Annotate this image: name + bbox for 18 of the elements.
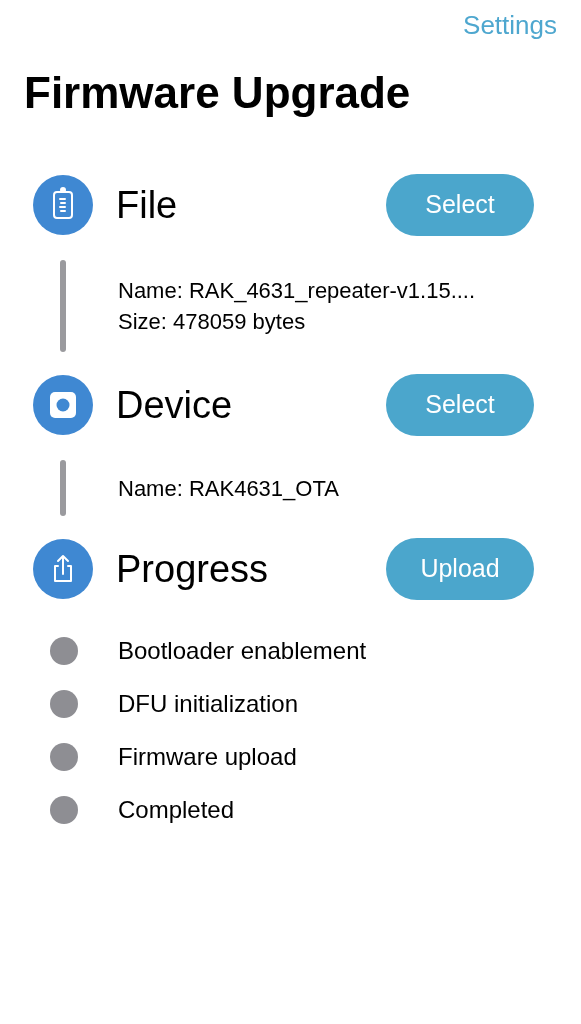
document-icon [33, 175, 93, 235]
upload-button[interactable]: Upload [386, 538, 534, 600]
chip-icon [33, 375, 93, 435]
section-title: File [116, 183, 178, 228]
step-label: DFU initialization [118, 689, 299, 719]
page-title: Firmware Upgrade [24, 67, 412, 119]
settings-link[interactable]: Settings [463, 8, 557, 42]
share-icon [33, 539, 93, 599]
detail-text: Size: 478059 bytes [118, 308, 307, 336]
detail-text: Name: RAK_4631_repeater-v1.15.... [118, 277, 476, 305]
section-title: Progress [116, 547, 269, 592]
select-button[interactable]: Select [386, 174, 534, 236]
select-button[interactable]: Select [386, 374, 534, 436]
step-label: Firmware upload [118, 742, 297, 772]
section-title: Device [116, 383, 233, 428]
detail-text: Name: RAK4631_OTA [118, 474, 339, 503]
step-label: Bootloader enablement [118, 636, 367, 666]
step-label: Completed [118, 795, 235, 825]
